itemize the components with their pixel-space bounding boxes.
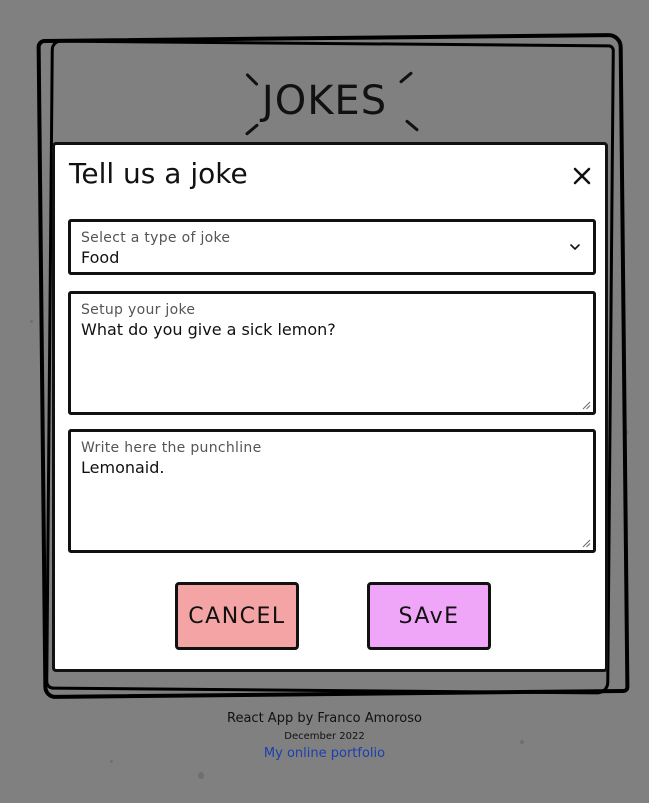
joke-type-select[interactable]: Select a type of joke Food xyxy=(68,219,596,275)
setup-label: Setup your joke xyxy=(81,302,196,318)
close-button[interactable] xyxy=(569,163,595,189)
close-icon xyxy=(573,167,591,185)
punchline-label: Write here the punchline xyxy=(81,440,262,456)
resize-handle-icon[interactable] xyxy=(582,401,591,410)
app-title: JOKES xyxy=(261,78,388,124)
portfolio-link[interactable]: My online portfolio xyxy=(0,746,649,761)
footer-credit: React App by Franco Amoroso xyxy=(227,711,422,726)
punchline-value: Lemonaid. xyxy=(81,458,165,477)
joke-type-label: Select a type of joke xyxy=(81,230,231,246)
setup-value: What do you give a sick lemon? xyxy=(81,320,336,339)
chevron-down-icon xyxy=(570,244,580,251)
punchline-textarea[interactable]: Write here the punchline Lemonaid. xyxy=(68,429,596,553)
joke-type-value: Food xyxy=(81,248,120,267)
resize-handle-icon[interactable] xyxy=(582,539,591,548)
setup-textarea[interactable]: Setup your joke What do you give a sick … xyxy=(68,291,596,415)
footer-date: December 2022 xyxy=(284,731,365,742)
add-joke-modal: Tell us a joke Select a type of joke Foo… xyxy=(52,142,608,672)
modal-title: Tell us a joke xyxy=(69,157,248,190)
cancel-button[interactable]: CANCEL xyxy=(175,582,299,650)
save-button[interactable]: SAvE xyxy=(367,582,491,650)
